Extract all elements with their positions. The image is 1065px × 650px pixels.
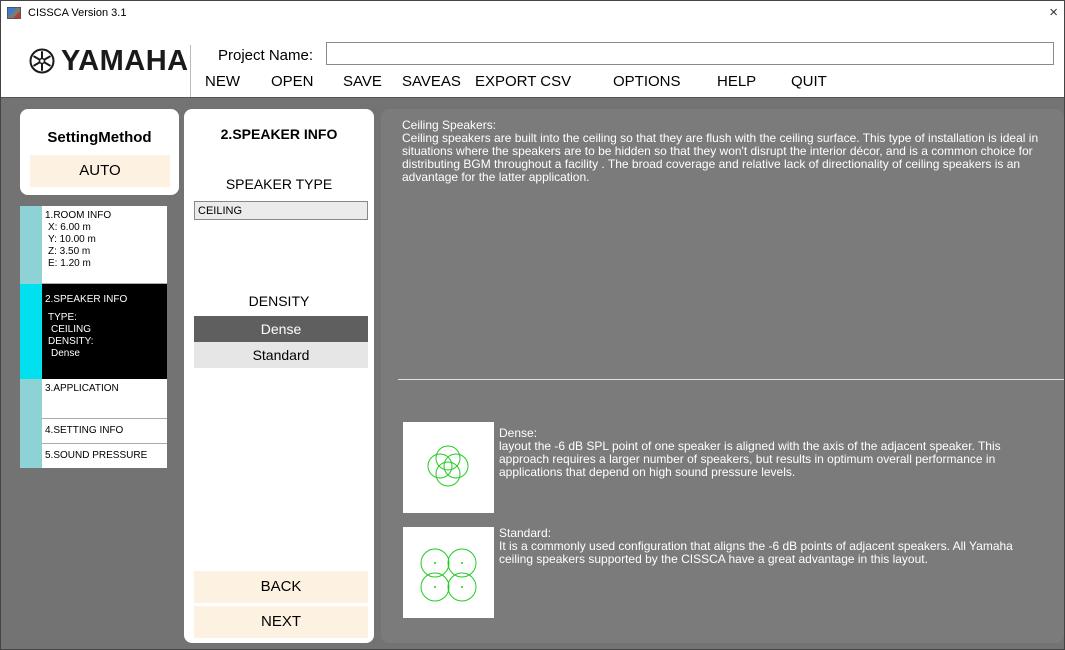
- step-indicator: [20, 444, 42, 468]
- description-text: Ceiling speakers are built into the ceil…: [402, 131, 1039, 184]
- setting-method-title: SettingMethod: [47, 129, 152, 146]
- step-title: 4.SETTING INFO: [45, 425, 124, 436]
- step-setting-info[interactable]: 4.SETTING INFO: [20, 419, 167, 444]
- standard-description: Standard: It is a commonly used configur…: [499, 527, 1039, 566]
- step-list: 1.ROOM INFO X: 6.00 m Y: 10.00 m Z: 3.50…: [20, 206, 167, 468]
- panel-divider: [398, 379, 1064, 380]
- project-name-input[interactable]: [326, 42, 1054, 65]
- dense-layout-image: [403, 422, 494, 513]
- step-application[interactable]: 3.APPLICATION: [20, 379, 167, 419]
- step-title: 3.APPLICATION: [45, 383, 119, 394]
- window-title: CISSCA Version 3.1: [28, 7, 127, 19]
- info-panel: Ceiling Speakers: Ceiling speakers are b…: [381, 109, 1064, 643]
- menu-save[interactable]: SAVE: [343, 73, 382, 90]
- dense-text: layout the -6 dB SPL point of one speake…: [499, 439, 1001, 479]
- title-bar: CISSCA Version 3.1 ×: [1, 1, 1064, 27]
- step-title: 5.SOUND PRESSURE: [45, 450, 148, 461]
- step-content: 2.SPEAKER INFO TYPE: CEILING DENSITY: De…: [45, 294, 127, 360]
- standard-layout-image: [403, 527, 494, 618]
- menu-new[interactable]: NEW: [205, 73, 240, 90]
- speaker-info-panel: 2.SPEAKER INFO SPEAKER TYPE CEILING DENS…: [184, 109, 374, 643]
- close-icon[interactable]: ×: [1049, 4, 1058, 21]
- step-room-info[interactable]: 1.ROOM INFO X: 6.00 m Y: 10.00 m Z: 3.50…: [20, 206, 167, 284]
- step-content: 3.APPLICATION: [45, 383, 119, 395]
- density-label: DENSITY:: [48, 336, 94, 347]
- standard-layout-icon: [420, 548, 477, 602]
- yamaha-tuning-fork-logo: [29, 48, 55, 74]
- dense-description: Dense: layout the -6 dB SPL point of one…: [499, 427, 1039, 479]
- step-content: 1.ROOM INFO X: 6.00 m Y: 10.00 m Z: 3.50…: [45, 210, 111, 270]
- speaker-type-select[interactable]: CEILING: [194, 201, 368, 220]
- room-e-value: E: 1.20 m: [48, 258, 91, 269]
- dense-layout-icon: [427, 445, 469, 487]
- density-value: Dense: [51, 348, 80, 359]
- project-name-label: Project Name:: [218, 47, 314, 64]
- room-z-value: Z: 3.50 m: [48, 246, 91, 257]
- menu-saveas[interactable]: SAVEAS: [402, 73, 461, 90]
- setting-method-auto-button[interactable]: AUTO: [30, 155, 170, 187]
- standard-text: It is a commonly used configuration that…: [499, 539, 1013, 566]
- brand-name: YAMAHA: [61, 44, 189, 77]
- app-icon: [7, 7, 21, 19]
- back-button[interactable]: BACK: [194, 571, 368, 603]
- app-window: CISSCA Version 3.1 × YAMAHA Project Name…: [0, 0, 1065, 650]
- step-indicator: [20, 284, 42, 379]
- step-title: 2.SPEAKER INFO: [45, 294, 128, 305]
- menu-quit[interactable]: QUIT: [791, 73, 827, 90]
- step-indicator: [20, 379, 42, 419]
- step-speaker-info[interactable]: 2.SPEAKER INFO TYPE: CEILING DENSITY: De…: [20, 284, 167, 379]
- setting-method-card: SettingMethod AUTO: [20, 109, 179, 195]
- panel-title: 2.SPEAKER INFO: [220, 126, 338, 142]
- step-title: 1.ROOM INFO: [45, 210, 112, 221]
- header-divider: [190, 45, 191, 97]
- menu-open[interactable]: OPEN: [271, 73, 314, 90]
- density-standard-button[interactable]: Standard: [194, 342, 368, 368]
- yamaha-logo: YAMAHA: [29, 33, 188, 89]
- type-value: CEILING: [51, 324, 92, 335]
- next-button[interactable]: NEXT: [194, 606, 368, 638]
- ceiling-description: Ceiling Speakers: Ceiling speakers are b…: [402, 119, 1042, 184]
- room-y-value: Y: 10.00 m: [48, 234, 96, 245]
- step-sound-pressure[interactable]: 5.SOUND PRESSURE: [20, 444, 167, 468]
- header: YAMAHA Project Name: NEW OPEN SAVE SAVEA…: [1, 27, 1064, 97]
- main-area: SettingMethod AUTO 1.ROOM INFO X: 6.00 m…: [1, 98, 1064, 649]
- step-content: 4.SETTING INFO: [45, 425, 123, 437]
- type-label: TYPE:: [48, 312, 77, 323]
- density-label: DENSITY: [248, 293, 310, 309]
- density-dense-button[interactable]: Dense: [194, 316, 368, 342]
- step-indicator: [20, 419, 42, 444]
- menu-export-csv[interactable]: EXPORT CSV: [475, 73, 571, 90]
- speaker-type-label: SPEAKER TYPE: [225, 176, 333, 192]
- menu-options[interactable]: OPTIONS: [613, 73, 681, 90]
- step-indicator: [20, 206, 42, 284]
- menu-help[interactable]: HELP: [717, 73, 756, 90]
- step-content: 5.SOUND PRESSURE: [45, 450, 147, 462]
- room-x-value: X: 6.00 m: [48, 222, 91, 233]
